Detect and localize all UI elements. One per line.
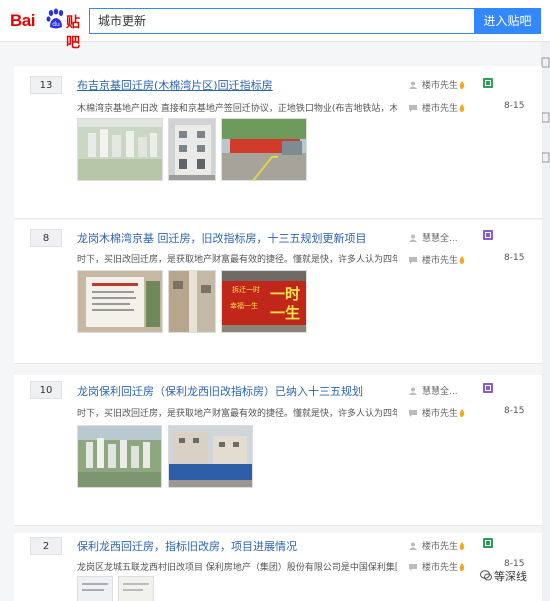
aerial-render-image	[78, 119, 162, 180]
thread-date: 8-15	[504, 101, 525, 111]
street-photo	[222, 119, 306, 180]
flame-icon	[459, 563, 465, 571]
banner-large-text: 一生	[270, 304, 301, 322]
tieba-search-page: Bai du 贴吧 进入贴吧 13 布吉京基回迁房(木棉湾片区)回迁指标房 木棉	[0, 0, 550, 601]
level-badge-icon	[483, 230, 493, 240]
thread-list: 13 布吉京基回迁房(木棉湾片区)回迁指标房 木棉湾京基地产旧改 直接和京基地产…	[14, 66, 542, 601]
thread-author[interactable]: 楼市先生	[409, 539, 465, 552]
thread-title-link[interactable]: 龙岗木棉湾京基 回迁房，旧改指标房，十三五规划更新项目	[77, 230, 367, 246]
thread-abstract: 时下，买旧改回迁房，是获取地产财富最有效的捷径。懂就是快，许多人认为四年、...	[77, 409, 397, 419]
thread-abstract: 时下，买旧改回迁房，是获取地产财富最有效的捷径。懂就是快，许多人认为四年、...	[77, 255, 397, 265]
toolbar-icon[interactable]	[541, 57, 550, 68]
thread-last-reply[interactable]: 楼市先生	[409, 406, 465, 419]
author-name: 楼市先生	[422, 542, 459, 552]
thread-abstract: 龙岗区龙城五联龙西村旧改项目 保利房地产（集团）股份有限公司是中国保利集团控..…	[77, 563, 397, 573]
thread-author[interactable]: 慧慧全...	[409, 384, 458, 397]
level-badge-icon	[483, 78, 493, 88]
thread-image[interactable]	[168, 118, 216, 181]
flame-icon	[459, 542, 465, 550]
banner-image[interactable]: 拆迁一时 幸福一生 一时 一生	[221, 270, 307, 333]
reply-count: 8	[30, 229, 62, 247]
watermark: 等深线	[480, 568, 527, 584]
banner-large-text: 一时	[270, 285, 301, 303]
thread-title-link[interactable]: 保利龙西回迁房，指标旧改房，项目进展情况	[77, 538, 297, 554]
toolbar-icon[interactable]	[541, 112, 550, 123]
watermark-text: 等深线	[494, 570, 527, 583]
thread-last-reply[interactable]: 楼市先生	[409, 253, 465, 266]
thread-last-reply[interactable]: 楼市先生	[409, 101, 465, 114]
baidu-tieba-logo[interactable]: Bai du 贴吧	[10, 8, 88, 51]
document-image	[78, 577, 112, 601]
banner-small-text: 拆迁一时	[232, 286, 260, 294]
baidu-paw-icon: du	[46, 8, 64, 29]
thread-date: 8-15	[504, 253, 525, 263]
reply-count: 10	[30, 381, 62, 399]
last-reply-name: 楼市先生	[422, 104, 459, 114]
flame-icon	[459, 104, 465, 112]
thread-item[interactable]: 10 龙岗保利回迁房（保利龙西旧改指标房）已纳入十三五规划 时下，买旧改回迁房，…	[14, 375, 542, 526]
document-image	[119, 577, 153, 601]
thread-title-link[interactable]: 布吉京基回迁房(木棉湾片区)回迁指标房	[77, 77, 273, 93]
author-name: 楼市先生	[422, 81, 459, 91]
thread-abstract: 木棉湾京基地产旧改 直接和京基地产签回迁协议，正地铁口物业(布吉地铁站，木棉..…	[77, 104, 397, 114]
thread-item[interactable]: 2 保利龙西回迁房，指标旧改房，项目进展情况 龙岗区龙城五联龙西村旧改项目 保利…	[14, 533, 542, 601]
thread-image[interactable]	[221, 118, 307, 181]
notice-board-photo	[78, 271, 162, 332]
alley-photo	[169, 271, 215, 332]
thread-last-reply[interactable]: 楼市先生	[409, 560, 465, 573]
reply-count: 2	[30, 537, 62, 555]
reply-icon	[409, 410, 417, 417]
level-badge-icon	[483, 383, 493, 393]
search-input[interactable]	[98, 13, 458, 27]
thread-image[interactable]	[77, 270, 163, 333]
thread-author[interactable]: 楼市先生	[409, 78, 465, 91]
user-icon	[409, 234, 417, 242]
thread-image[interactable]	[168, 270, 216, 333]
thread-image[interactable]	[77, 576, 113, 601]
search-box[interactable]	[89, 8, 474, 34]
reply-count: 13	[30, 76, 62, 94]
thread-image[interactable]	[168, 425, 253, 488]
logo-tieba-text: 贴吧	[66, 15, 80, 51]
thread-item[interactable]: 13 布吉京基回迁房(木棉湾片区)回迁指标房 木棉湾京基地产旧改 直接和京基地产…	[14, 66, 542, 219]
thread-image[interactable]	[118, 576, 154, 601]
reply-icon	[409, 564, 417, 571]
flame-icon	[459, 81, 465, 89]
banner-small-text: 幸福一生	[230, 302, 258, 310]
aerial-render-image	[78, 426, 161, 487]
right-side-toolbar	[541, 42, 550, 601]
thread-image[interactable]	[77, 425, 162, 488]
last-reply-name: 楼市先生	[422, 563, 459, 573]
thread-image[interactable]	[77, 118, 163, 181]
last-reply-name: 楼市先生	[422, 256, 459, 266]
author-name: 慧慧全...	[422, 387, 458, 397]
flame-icon	[459, 409, 465, 417]
reply-icon	[409, 257, 417, 264]
flame-icon	[459, 256, 465, 264]
toolbar-icon[interactable]	[541, 152, 550, 163]
top-header: Bai du 贴吧 进入贴吧	[0, 0, 550, 51]
thread-date: 8-15	[504, 406, 525, 416]
thread-item[interactable]: 8 龙岗木棉湾京基 回迁房，旧改指标房，十三五规划更新项目 时下，买旧改回迁房，…	[14, 220, 542, 364]
user-icon	[409, 542, 417, 550]
svg-text:du: du	[52, 21, 60, 28]
level-badge-icon	[483, 538, 493, 548]
user-icon	[409, 387, 417, 395]
last-reply-name: 楼市先生	[422, 409, 459, 419]
wechat-icon	[480, 570, 492, 581]
user-icon	[409, 81, 417, 89]
reply-icon	[409, 105, 417, 112]
building-photo	[169, 119, 215, 180]
construction-site-photo	[169, 426, 252, 487]
thread-title-link[interactable]: 龙岗保利回迁房（保利龙西旧改指标房）已纳入十三五规划	[77, 383, 363, 399]
enter-tieba-button[interactable]: 进入贴吧	[474, 8, 541, 34]
thread-author[interactable]: 慧慧全...	[409, 231, 458, 244]
author-name: 慧慧全...	[422, 234, 458, 244]
logo-bai-text: Bai	[10, 11, 35, 30]
